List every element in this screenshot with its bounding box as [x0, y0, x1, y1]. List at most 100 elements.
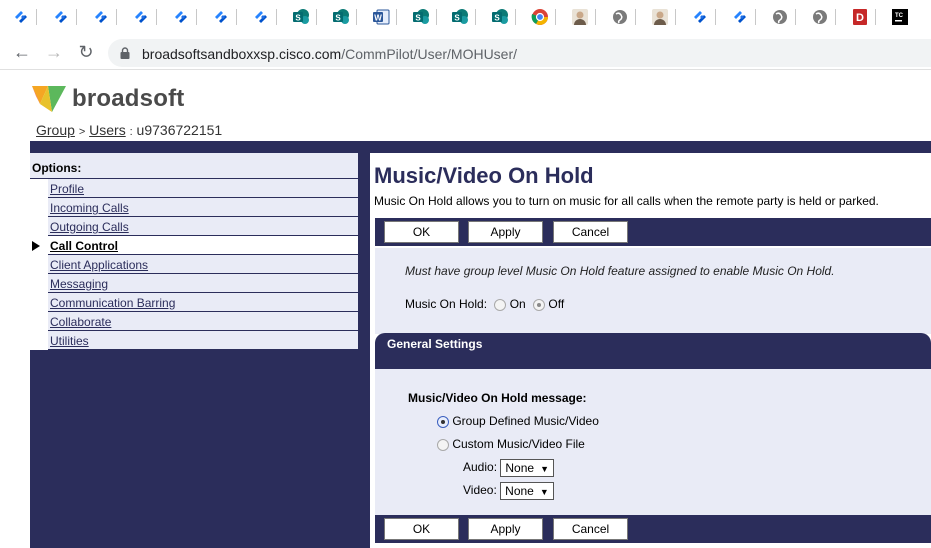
- avatar-icon: [651, 8, 669, 26]
- options-item[interactable]: Client Applications: [48, 255, 358, 274]
- options-item-label[interactable]: Utilities: [50, 334, 89, 348]
- back-icon[interactable]: ←: [12, 42, 32, 62]
- video-row: Video: None ▼: [463, 482, 554, 500]
- sharepoint-icon: S: [491, 8, 509, 26]
- svg-text:D: D: [856, 12, 864, 24]
- url-path: /CommPilot/User/MOHUser/: [341, 46, 518, 62]
- cancel-button[interactable]: Cancel: [553, 221, 628, 243]
- moh-on-radio[interactable]: [494, 298, 507, 311]
- bookmarks-bar: S S W S S S D TC: [0, 0, 931, 34]
- jira-icon: [172, 8, 190, 26]
- bookmark-item[interactable]: [52, 0, 92, 34]
- page-title: Music/Video On Hold: [374, 163, 594, 188]
- reload-icon[interactable]: ↻: [76, 42, 96, 62]
- globe-icon: [771, 8, 789, 26]
- bottom-button-bar: OK Apply Cancel: [375, 515, 931, 543]
- message-label: Music/Video On Hold message:: [408, 391, 587, 405]
- bookmark-item[interactable]: [651, 0, 691, 34]
- group-defined-radio[interactable]: [437, 415, 449, 428]
- options-item[interactable]: Call Control: [48, 236, 358, 255]
- options-item[interactable]: Messaging: [48, 274, 358, 293]
- bookmark-item[interactable]: [212, 0, 252, 34]
- options-item[interactable]: Communication Barring: [48, 293, 358, 312]
- chrome-icon: [531, 8, 549, 26]
- bookmark-item[interactable]: [92, 0, 132, 34]
- options-item-label[interactable]: Profile: [50, 182, 84, 196]
- options-item[interactable]: Outgoing Calls: [48, 217, 358, 236]
- sharepoint-icon: S: [292, 8, 310, 26]
- bookmark-item[interactable]: [691, 0, 731, 34]
- ok-button[interactable]: OK: [384, 221, 459, 243]
- moh-on-label: On: [509, 297, 526, 311]
- bookmark-item[interactable]: [811, 0, 851, 34]
- breadcrumb-colon: :: [129, 126, 133, 138]
- options-item-label[interactable]: Messaging: [50, 277, 108, 291]
- bookmark-separator: [835, 9, 837, 25]
- options-item[interactable]: Profile: [48, 179, 358, 198]
- main-content: Music/Video On Hold Music On Hold allows…: [370, 153, 931, 548]
- bookmark-item[interactable]: S: [491, 0, 531, 34]
- jira-icon: [252, 8, 270, 26]
- top-button-bar: OK Apply Cancel: [375, 218, 931, 246]
- options-item-label[interactable]: Communication Barring: [50, 296, 175, 310]
- teamcity-icon: TC: [891, 8, 909, 26]
- cancel-button-bottom[interactable]: Cancel: [553, 518, 628, 540]
- brand-name: broadsoft: [72, 85, 185, 112]
- bookmark-item[interactable]: TC: [891, 0, 931, 34]
- options-title: Options:: [30, 153, 358, 179]
- video-select[interactable]: None ▼: [500, 482, 554, 500]
- forward-icon[interactable]: →: [44, 42, 64, 62]
- bookmark-item[interactable]: [132, 0, 172, 34]
- moh-panel: Must have group level Music On Hold feat…: [375, 248, 931, 334]
- breadcrumb-separator: >: [78, 126, 86, 138]
- breadcrumb-users-link[interactable]: Users: [89, 122, 126, 138]
- jira-icon: [731, 8, 749, 26]
- breadcrumb: Group > Users : u9736722151: [36, 122, 222, 138]
- bookmark-item[interactable]: [172, 0, 212, 34]
- bookmark-item[interactable]: [771, 0, 811, 34]
- bookmark-item[interactable]: [731, 0, 771, 34]
- bookmark-separator: [475, 9, 477, 25]
- page-description: Music On Hold allows you to turn on musi…: [374, 194, 879, 208]
- options-item-label[interactable]: Call Control: [50, 239, 118, 253]
- svg-text:S: S: [495, 14, 501, 23]
- options-item-label[interactable]: Outgoing Calls: [50, 220, 129, 234]
- bookmark-item[interactable]: W: [372, 0, 412, 34]
- ok-button-bottom[interactable]: OK: [384, 518, 459, 540]
- jira-icon: [212, 8, 230, 26]
- options-item-label[interactable]: Client Applications: [50, 258, 148, 272]
- bookmark-item[interactable]: [12, 0, 52, 34]
- options-item-label[interactable]: Collaborate: [50, 315, 111, 329]
- bookmark-item[interactable]: S: [451, 0, 491, 34]
- bookmark-separator: [795, 9, 797, 25]
- bookmark-item[interactable]: S: [292, 0, 332, 34]
- bookmark-item[interactable]: S: [412, 0, 452, 34]
- options-item-label[interactable]: Incoming Calls: [50, 201, 129, 215]
- apply-button[interactable]: Apply: [468, 221, 543, 243]
- bookmark-item[interactable]: D: [851, 0, 891, 34]
- url-field[interactable]: broadsoftsandboxxsp.cisco.com/CommPilot/…: [108, 39, 931, 67]
- apply-button-bottom[interactable]: Apply: [468, 518, 543, 540]
- bookmark-separator: [315, 9, 317, 25]
- bookmark-separator: [555, 9, 557, 25]
- svg-text:S: S: [415, 14, 421, 23]
- audio-row: Audio: None ▼: [463, 459, 554, 477]
- bookmark-item[interactable]: [611, 0, 651, 34]
- video-select-value: None: [505, 484, 534, 498]
- bookmark-item[interactable]: [531, 0, 571, 34]
- group-defined-row: Group Defined Music/Video: [437, 414, 599, 428]
- options-item[interactable]: Utilities: [48, 331, 358, 350]
- video-label: Video:: [463, 483, 497, 498]
- moh-off-radio[interactable]: [533, 298, 546, 311]
- breadcrumb-group-link[interactable]: Group: [36, 122, 75, 138]
- bookmark-item[interactable]: [252, 0, 292, 34]
- options-item[interactable]: Incoming Calls: [48, 198, 358, 217]
- bookmark-separator: [635, 9, 637, 25]
- options-item[interactable]: Collaborate: [48, 312, 358, 331]
- custom-file-radio[interactable]: [437, 438, 449, 451]
- audio-select[interactable]: None ▼: [500, 459, 554, 477]
- globe-icon: [611, 8, 629, 26]
- bookmark-item[interactable]: [571, 0, 611, 34]
- group-defined-label: Group Defined Music/Video: [452, 414, 599, 428]
- bookmark-item[interactable]: S: [332, 0, 372, 34]
